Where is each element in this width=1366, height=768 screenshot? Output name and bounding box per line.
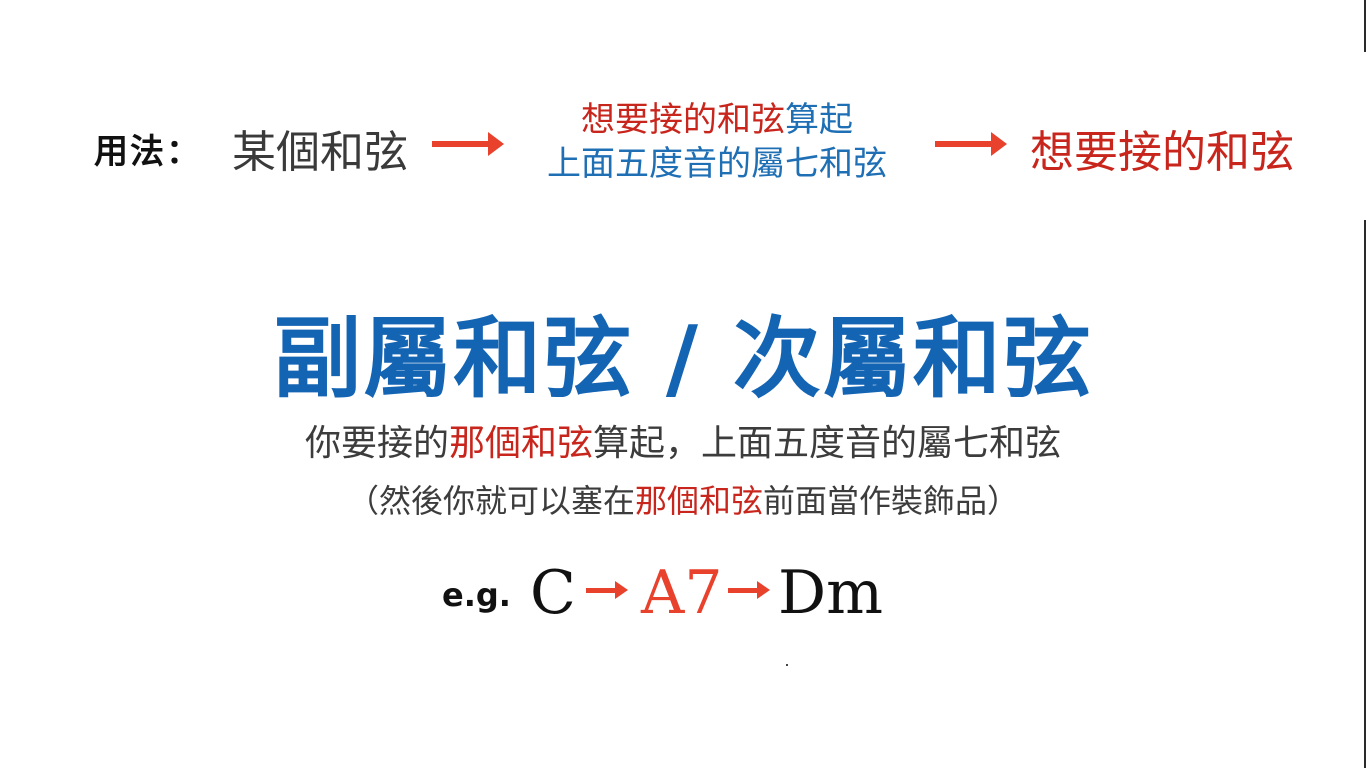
description-line-1-highlight: 那個和弦 bbox=[448, 423, 593, 464]
right-arrow-icon bbox=[432, 132, 504, 156]
right-arrow-icon bbox=[935, 132, 1007, 156]
description-line-2-highlight: 那個和弦 bbox=[634, 482, 763, 520]
description-line-1-pre: 你要接的 bbox=[304, 423, 449, 464]
usage-source-chord: 某個和弦 bbox=[232, 127, 408, 178]
usage-middle-line1: 想要接的和弦算起 bbox=[528, 98, 906, 142]
example-chord-dm: Dm bbox=[778, 558, 883, 628]
slide-title: 副屬和弦 / 次屬和弦 bbox=[273, 307, 1093, 410]
usage-target-chord: 想要接的和弦 bbox=[1030, 127, 1294, 178]
example-chord-c: C bbox=[530, 558, 576, 628]
description-line-2-post: 前面當作裝飾品） bbox=[763, 482, 1020, 520]
usage-middle-count-text: 算起 bbox=[785, 100, 853, 140]
usage-middle-line2: 上面五度音的屬七和弦 bbox=[547, 144, 887, 184]
stray-dot bbox=[786, 664, 788, 666]
right-arrow-icon bbox=[586, 581, 628, 599]
usage-middle-block: 想要接的和弦算起 上面五度音的屬七和弦 bbox=[528, 98, 906, 186]
example-chord-a7: A7 bbox=[641, 558, 723, 628]
description-line-1: 你要接的那個和弦算起，上面五度音的屬七和弦 bbox=[0, 414, 1366, 466]
description-line-2: （然後你就可以塞在那個和弦前面當作裝飾品） bbox=[0, 476, 1366, 522]
usage-label: 用法： bbox=[94, 132, 202, 172]
description-line-1-post: 算起，上面五度音的屬七和弦 bbox=[593, 423, 1062, 464]
usage-middle-target-text: 想要接的和弦 bbox=[581, 100, 785, 140]
description-line-2-pre: （然後你就可以塞在 bbox=[346, 482, 635, 520]
example-label: e.g. bbox=[442, 576, 511, 614]
slide: 用法： 某個和弦 想要接的和弦算起 上面五度音的屬七和弦 想要接的和弦 副屬和弦… bbox=[0, 0, 1366, 768]
right-arrow-icon bbox=[728, 581, 770, 599]
